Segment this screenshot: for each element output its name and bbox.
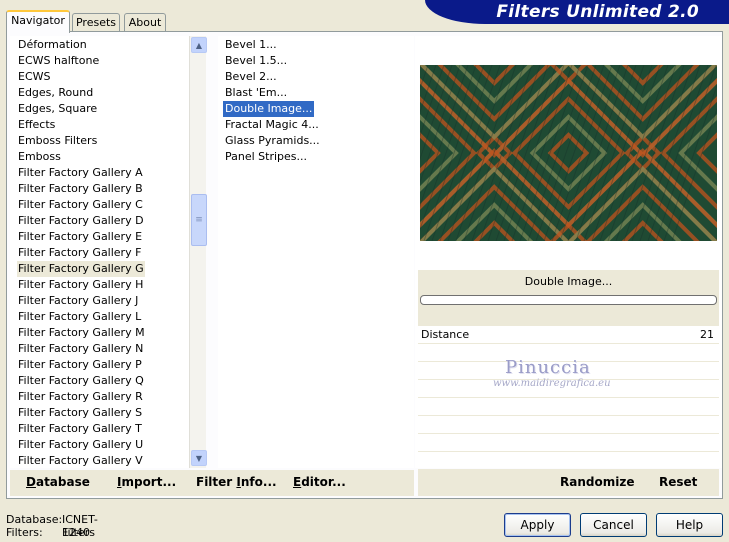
scroll-down-button[interactable]: ▼ [191,450,207,466]
category-item[interactable]: Filter Factory Gallery R [17,389,144,405]
category-list[interactable]: Déformation ECWS halftone ECWS Edges, Round… [10,36,190,468]
category-item[interactable]: Déformation [17,37,88,53]
filter-item[interactable]: Double Image... [223,101,315,117]
category-item[interactable]: Edges, Square [17,101,98,117]
category-item[interactable]: Filter Factory Gallery N [17,341,144,357]
parameter-row[interactable] [418,434,719,452]
database-status-label: Database: [6,513,63,526]
parameter-value: 21 [700,328,714,341]
filter-item[interactable]: Bevel 1... [223,37,279,53]
database-label: atabase [35,475,90,489]
app-title-banner: Filters Unlimited 2.0 [425,0,729,24]
filter-item[interactable]: Blast 'Em... [223,85,289,101]
tab-label: Navigator [11,14,65,27]
bottom-toolbar: Database Import... Filter Info... Editor… [10,470,414,496]
filter-item[interactable]: Bevel 1.5... [223,53,289,69]
help-button[interactable]: Help [656,513,723,537]
filter-item[interactable]: Bevel 2... [223,69,279,85]
category-item[interactable]: Edges, Round [17,85,94,101]
status-database: Database: ICNET-Filters [6,513,98,539]
category-item[interactable]: Filter Factory Gallery V [17,453,144,468]
category-item[interactable]: Emboss Filters [17,133,98,149]
watermark-url: www.maidiregrafica.eu [493,378,611,389]
filter-item[interactable]: Fractal Magic 4... [223,117,321,133]
grip-icon: ≡ [195,214,203,225]
parameter-label: Distance [421,328,470,341]
category-item[interactable]: Filter Factory Gallery Q [17,373,145,389]
category-item[interactable]: Filter Factory Gallery A [17,165,144,181]
filter-info-label-rest: nfo... [240,475,277,489]
category-item[interactable]: Filter Factory Gallery E [17,229,143,245]
status-filters: Filters: 1240 [6,526,90,539]
category-item[interactable]: Emboss [17,149,62,165]
apply-button[interactable]: Apply [504,513,571,537]
category-item[interactable]: Filter Factory Gallery L [17,309,142,325]
category-item[interactable]: Filter Factory Gallery D [17,213,145,229]
parameter-list: Distance 21 [418,326,719,470]
category-item[interactable]: Filter Factory Gallery H [17,277,144,293]
app-title: Filters Unlimited 2.0 [496,2,699,22]
chevron-up-icon: ▲ [195,40,203,50]
filters-status-value: 1240 [62,526,90,539]
parameter-row[interactable]: Distance 21 [418,326,719,344]
filter-info-button[interactable]: Filter Info... [196,475,277,489]
tab-label: About [128,16,162,29]
import-button[interactable]: Import... [117,475,176,489]
tab-label: Presets [75,16,117,29]
database-button[interactable]: Database [26,475,90,489]
filters-status-label: Filters: [6,526,43,539]
filter-item[interactable]: Panel Stripes... [223,149,309,165]
preview-pattern [420,65,717,241]
category-item[interactable]: Filter Factory Gallery J [17,293,139,309]
filter-info-label: Filter [196,475,237,489]
category-item[interactable]: Filter Factory Gallery F [17,245,142,261]
category-item[interactable]: Filter Factory Gallery C [17,197,144,213]
category-item[interactable]: Filter Factory Gallery G [17,261,145,277]
filter-name-panel: Double Image... [418,270,719,326]
category-item[interactable]: ECWS halftone [17,53,100,69]
editor-label: ditor... [301,475,346,489]
parameter-row[interactable] [418,416,719,434]
filter-list[interactable]: Bevel 1... Bevel 1.5... Bevel 2... Blast 'E… [218,36,414,468]
category-item[interactable]: Filter Factory Gallery P [17,357,143,373]
reset-button[interactable]: Reset [659,475,697,489]
category-scrollbar[interactable]: ▲ ≡ ▼ [189,36,207,468]
preview-toolbar: Randomize Reset [418,470,719,496]
database-label-hotkey: D [26,475,36,489]
selected-filter-name: Double Image... [524,275,613,288]
parameter-row[interactable] [418,398,719,416]
cancel-button[interactable]: Cancel [580,513,647,537]
category-item[interactable]: Filter Factory Gallery T [17,421,143,437]
category-item[interactable]: Filter Factory Gallery M [17,325,146,341]
editor-button[interactable]: Editor... [293,475,346,489]
category-item[interactable]: Filter Factory Gallery S [17,405,143,421]
tab-about[interactable]: About [124,13,166,32]
category-item[interactable]: Filter Factory Gallery B [17,181,144,197]
tab-navigator[interactable]: Navigator [6,10,70,33]
chevron-down-icon: ▼ [195,453,203,463]
watermark-name: Pinuccia [505,357,591,378]
editor-label-hotkey: E [293,475,302,489]
preview-image [420,65,717,241]
randomize-button[interactable]: Randomize [560,475,634,489]
progress-bar [420,295,717,305]
filter-item[interactable]: Glass Pyramids... [223,133,322,149]
tab-presets[interactable]: Presets [72,13,120,32]
scroll-up-button[interactable]: ▲ [191,37,207,53]
scroll-thumb[interactable]: ≡ [191,194,207,246]
parameter-row[interactable] [418,452,719,470]
category-item[interactable]: Effects [17,117,56,133]
import-label: mport... [121,475,177,489]
category-item[interactable]: Filter Factory Gallery U [17,437,144,453]
category-item[interactable]: ECWS [17,69,52,85]
